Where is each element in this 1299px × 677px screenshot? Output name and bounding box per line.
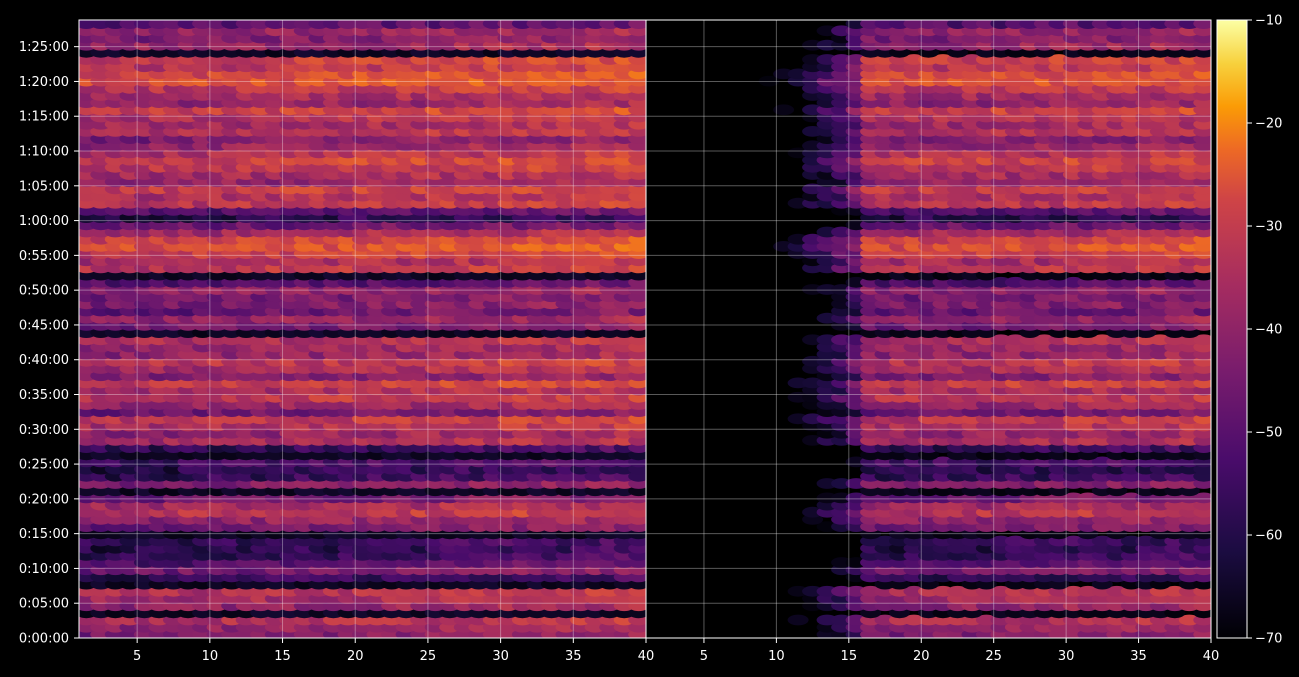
heatmap-cell [787,614,809,626]
panel-right [645,19,1212,639]
spectrogram-chart: 0:00:000:05:000:10:000:15:000:20:000:25:… [19,14,1283,665]
panel-left [78,19,647,639]
heatmap-cells-left [79,20,646,638]
